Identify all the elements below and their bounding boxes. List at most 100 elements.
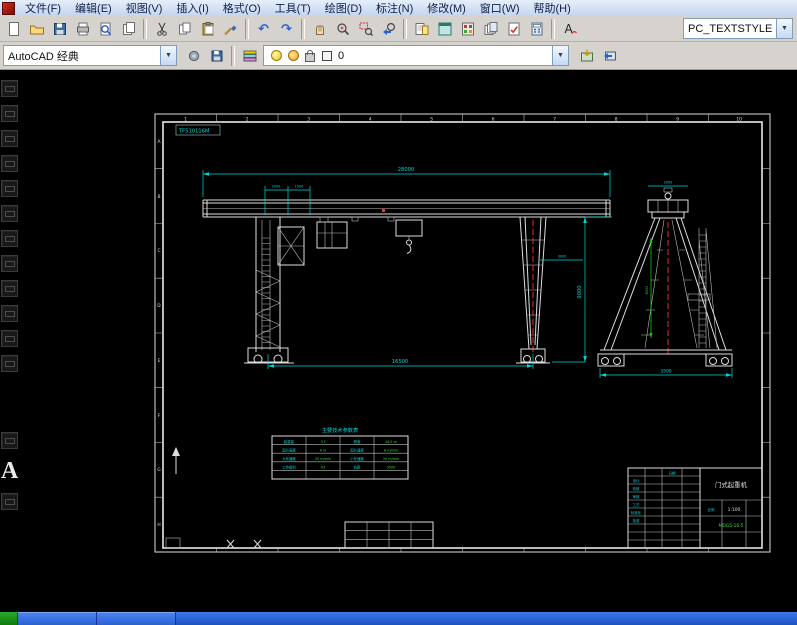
table-icon[interactable] (1, 493, 18, 510)
markup-set-manager-icon[interactable] (502, 17, 525, 40)
svg-text:大车速度: 大车速度 (282, 456, 296, 461)
zone-number: 7 (553, 117, 556, 123)
dim-sub1: 2000 (272, 185, 281, 189)
menu-draw[interactable]: 绘图(D) (318, 0, 369, 17)
svg-text:5 t: 5 t (321, 440, 326, 444)
svg-text:9 m: 9 m (320, 448, 327, 452)
menu-insert[interactable]: 插入(I) (169, 0, 215, 17)
save-workspace-icon[interactable] (205, 44, 228, 67)
menu-view[interactable]: 视图(V) (119, 0, 170, 17)
match-properties-icon[interactable] (219, 17, 242, 40)
layer-on-bulb-icon[interactable] (271, 50, 282, 61)
dim-side-top: 2000 (664, 181, 673, 185)
draw-toolbar-vertical (1, 80, 18, 372)
circle-icon[interactable] (1, 230, 18, 247)
layer-freeze-sun-icon[interactable] (288, 50, 299, 61)
chevron-down-icon[interactable]: ▼ (160, 46, 176, 65)
polygon-icon[interactable] (1, 155, 18, 172)
insert-block-icon[interactable] (1, 330, 18, 347)
tool-palettes-icon[interactable] (456, 17, 479, 40)
toolbar-separator (301, 19, 305, 39)
drawing-area[interactable]: A 1 2 3 4 5 6 7 8 9 10 A B C (0, 70, 797, 612)
svg-text:批准: 批准 (633, 518, 640, 523)
undo-icon[interactable]: ↶ (252, 17, 275, 40)
zone-letter: A (157, 139, 160, 145)
save-icon[interactable] (48, 17, 71, 40)
layer-color-chip-icon[interactable] (322, 51, 332, 61)
toolbar-separator (143, 19, 147, 39)
layer-combo[interactable]: 0 ▼ (263, 45, 569, 66)
zone-letter: B (157, 194, 160, 200)
chevron-down-icon[interactable]: ▼ (776, 19, 792, 38)
revision-cloud-icon[interactable] (1, 255, 18, 272)
menu-help[interactable]: 帮助(H) (527, 0, 578, 17)
publish-icon[interactable] (117, 17, 140, 40)
app-icon (2, 2, 15, 15)
model-space-canvas[interactable]: 1 2 3 4 5 6 7 8 9 10 A B C D E F G H TF5… (0, 70, 797, 612)
line-icon[interactable] (1, 80, 18, 97)
zoom-previous-icon[interactable] (377, 17, 400, 40)
taskbar-button[interactable] (97, 612, 176, 625)
svg-text:3500: 3500 (387, 466, 396, 470)
zone-number: 5 (430, 117, 433, 123)
layer-properties-manager-icon[interactable] (238, 44, 261, 67)
workspace-combo[interactable]: AutoCAD 经典 ▼ (3, 45, 177, 66)
zone-letter: G (157, 467, 161, 473)
side-view: 6300 2000 3500 (598, 181, 732, 379)
plot-preview-icon[interactable] (94, 17, 117, 40)
standard-toolbar: ↶ ↷ A PC_TEXTSTYLE ▼ (0, 16, 797, 42)
menu-format[interactable]: 格式(O) (216, 0, 268, 17)
copy-icon[interactable] (173, 17, 196, 40)
chevron-down-icon[interactable]: ▼ (552, 46, 568, 65)
zone-number: 8 (615, 117, 618, 123)
arc-icon[interactable] (1, 205, 18, 222)
design-center-icon[interactable] (433, 17, 456, 40)
sheet-frame: 1 2 3 4 5 6 7 8 9 10 A B C D E F G H TF5… (155, 114, 770, 552)
start-button[interactable] (0, 612, 18, 625)
redo-icon[interactable]: ↷ (275, 17, 298, 40)
zone-number: 10 (736, 117, 742, 123)
paste-icon[interactable] (196, 17, 219, 40)
hatch-icon[interactable] (1, 432, 18, 449)
zone-letter: H (157, 522, 160, 528)
layer-lock-icon[interactable] (305, 53, 315, 62)
cut-icon[interactable] (150, 17, 173, 40)
rectangle-icon[interactable] (1, 180, 18, 197)
zone-letter: D (157, 303, 161, 309)
ellipse-icon[interactable] (1, 305, 18, 322)
make-block-icon[interactable] (1, 355, 18, 372)
menu-file[interactable]: 文件(F) (18, 0, 68, 17)
layer-previous-icon[interactable] (598, 44, 621, 67)
text-style-icon[interactable]: A (558, 17, 581, 40)
open-icon[interactable] (25, 17, 48, 40)
text-style-combo[interactable]: PC_TEXTSTYLE ▼ (683, 18, 793, 39)
zone-number: 9 (676, 117, 679, 123)
pan-icon[interactable] (308, 17, 331, 40)
dim-side-gauge: 3500 (660, 369, 671, 375)
parameter-table-title: 主要技术参数表 (322, 426, 359, 434)
menu-tools[interactable]: 工具(T) (268, 0, 318, 17)
toolbar-separator (551, 19, 555, 39)
plot-icon[interactable] (71, 17, 94, 40)
construction-line-icon[interactable] (1, 105, 18, 122)
menu-window[interactable]: 窗口(W) (473, 0, 527, 17)
menu-modify[interactable]: 修改(M) (420, 0, 473, 17)
svg-text:20 m/min: 20 m/min (383, 457, 399, 461)
quick-calc-icon[interactable] (525, 17, 548, 40)
spline-icon[interactable] (1, 280, 18, 297)
menu-dimension[interactable]: 标注(N) (369, 0, 420, 17)
menu-edit[interactable]: 编辑(E) (68, 0, 119, 17)
make-object-layer-current-icon[interactable] (575, 44, 598, 67)
zoom-realtime-icon[interactable] (331, 17, 354, 40)
mtext-icon[interactable]: A (1, 459, 18, 483)
zoom-window-icon[interactable] (354, 17, 377, 40)
taskbar-button[interactable] (18, 612, 97, 625)
workspace-settings-icon[interactable] (182, 44, 205, 67)
sheet-set-manager-icon[interactable] (479, 17, 502, 40)
title-block-drawing-no: MDG5-16.5 (719, 523, 744, 529)
properties-icon[interactable] (410, 17, 433, 40)
svg-text:A: A (564, 22, 573, 36)
polyline-icon[interactable] (1, 130, 18, 147)
new-icon[interactable] (2, 17, 25, 40)
zone-number: 2 (246, 117, 249, 123)
